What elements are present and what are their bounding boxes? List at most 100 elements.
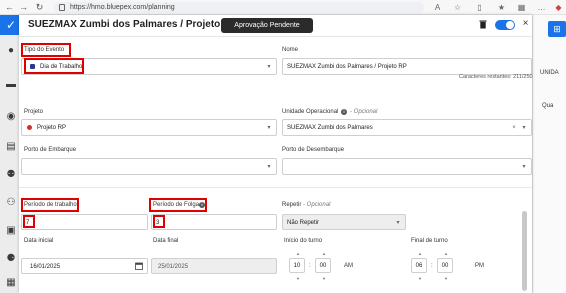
name-input[interactable]: SUEZMAX Zumbi dos Palmares / Projeto RP xyxy=(282,58,532,75)
minute-down-icon[interactable]: ▼ xyxy=(443,277,449,281)
embark-port-select[interactable]: ▾ xyxy=(21,158,277,175)
active-toggle[interactable] xyxy=(495,20,515,30)
hour-up-icon[interactable]: ▲ xyxy=(417,252,423,256)
end-date-label: Data final xyxy=(153,238,179,244)
project-value: Projeto RP xyxy=(37,125,67,131)
address-bar[interactable]: https://hmo.bluepex.com/planning xyxy=(54,2,424,13)
info-icon[interactable]: i xyxy=(341,109,347,115)
name-value: SUEZMAX Zumbi dos Palmares / Projeto RP xyxy=(287,64,407,70)
favorites-bar-icon[interactable]: ★ xyxy=(496,2,507,13)
work-period-label-highlight xyxy=(21,198,79,212)
group-icon[interactable]: ⚈ xyxy=(5,253,17,265)
user-icon[interactable]: ● xyxy=(5,45,17,57)
event-type-value-highlight xyxy=(24,58,84,74)
disembark-port-select[interactable]: ▾ xyxy=(282,158,532,175)
forward-icon[interactable]: → xyxy=(18,2,29,13)
shift-end-ampm[interactable]: PM xyxy=(475,262,484,270)
shift-start-ampm[interactable]: AM xyxy=(344,262,353,270)
modal-title: SUEZMAX Zumbi dos Palmares / Projeto RP xyxy=(28,19,237,30)
event-type-label-highlight xyxy=(21,43,71,57)
shift-start-hour[interactable]: 10 xyxy=(289,258,305,273)
url-text: https://hmo.bluepex.com/planning xyxy=(70,4,175,11)
hour-down-icon[interactable]: ▼ xyxy=(417,277,423,281)
chevron-down-icon: ▾ xyxy=(267,64,271,70)
briefcase-icon[interactable]: ▬ xyxy=(5,79,17,91)
status-badge: Aprovação Pendente xyxy=(221,18,313,33)
embark-port-label: Porto de Embarque xyxy=(24,147,77,153)
clear-icon[interactable]: × xyxy=(511,124,517,132)
end-date-value: 25/01/2025 xyxy=(158,264,189,270)
chevron-down-icon: ▾ xyxy=(522,164,526,170)
start-date-label: Data inicial xyxy=(24,238,54,244)
copilot-icon[interactable]: ◆ xyxy=(553,2,564,13)
location-pin-icon xyxy=(27,125,32,130)
chevron-down-icon: ▾ xyxy=(267,164,271,170)
operational-unit-value: SUEZMAX Zumbi dos Palmares xyxy=(287,125,373,131)
shift-start-minute[interactable]: 00 xyxy=(315,258,331,273)
browser-toolbar: ← → ↻ https://hmo.bluepex.com/planning A… xyxy=(0,0,566,15)
start-date-value: 16/01/2025 xyxy=(30,264,61,270)
repeat-select[interactable]: Não Repetir ▾ xyxy=(282,214,406,230)
minute-up-icon[interactable]: ▲ xyxy=(321,252,327,256)
rest-period-label-highlight xyxy=(149,198,207,212)
hour-up-icon[interactable]: ▲ xyxy=(295,252,301,256)
shift-start-minute-value: 00 xyxy=(319,263,327,269)
rest-period-value-highlight xyxy=(153,215,165,228)
name-label: Nome xyxy=(282,47,299,53)
collections-icon[interactable]: ▦ xyxy=(516,2,527,13)
shift-end-minute[interactable]: 00 xyxy=(437,258,453,273)
shift-end-minute-value: 00 xyxy=(441,263,449,269)
minute-up-icon[interactable]: ▲ xyxy=(443,252,449,256)
chevron-down-icon: ▾ xyxy=(267,125,271,131)
operational-unit-label-text: Unidade Operacional xyxy=(282,109,339,115)
shift-end-label: Final de turno xyxy=(411,238,448,244)
repeat-value: Não Repetir xyxy=(287,220,320,226)
name-char-count: Caracteres restantes: 211/250 xyxy=(459,74,533,80)
shift-end-hour-value: 06 xyxy=(415,263,423,269)
repeat-optional: - Opcional xyxy=(303,202,331,208)
operational-unit-optional: - Opcional xyxy=(350,109,378,115)
shift-start-hour-value: 10 xyxy=(293,263,301,269)
modal-header: SUEZMAX Zumbi dos Palmares / Projeto RP … xyxy=(19,15,532,37)
people-icon[interactable]: ⚇ xyxy=(5,197,17,209)
team-icon[interactable]: ⚉ xyxy=(5,169,17,181)
reload-icon[interactable]: ↻ xyxy=(34,2,45,13)
favorite-icon[interactable]: ☆ xyxy=(452,2,463,13)
grid-icon[interactable]: ▦ xyxy=(5,277,17,289)
repeat-label-text: Repetir xyxy=(282,202,302,208)
shift-start-label: Início do turno xyxy=(284,238,323,244)
work-period-value-highlight xyxy=(23,215,35,228)
rest-period-input[interactable]: 3 xyxy=(151,214,277,230)
background-action-button[interactable]: ⊞ xyxy=(548,21,566,37)
lock-icon xyxy=(59,4,65,11)
back-icon[interactable]: ← xyxy=(4,2,15,13)
calendar-icon[interactable]: ▤ xyxy=(5,141,17,153)
event-modal: SUEZMAX Zumbi dos Palmares / Projeto RP … xyxy=(19,15,533,293)
repeat-label: Repetir - Opcional xyxy=(282,201,330,209)
operational-unit-select[interactable]: SUEZMAX Zumbi dos Palmares × ▾ xyxy=(282,119,532,136)
work-period-input[interactable]: 7 xyxy=(21,214,148,230)
shift-end-hour[interactable]: 06 xyxy=(411,258,427,273)
time-separator: : xyxy=(309,263,311,269)
hour-down-icon[interactable]: ▼ xyxy=(295,277,301,281)
background-row-text: Qua xyxy=(542,103,554,109)
end-date-input: 25/01/2025 xyxy=(151,258,277,274)
more-icon[interactable]: … xyxy=(536,2,547,13)
project-select[interactable]: Projeto RP ▾ xyxy=(21,119,277,136)
globe-icon[interactable]: ◉ xyxy=(5,111,17,123)
chevron-down-icon: ▾ xyxy=(522,125,526,131)
project-label: Projeto xyxy=(24,109,44,115)
start-date-input[interactable]: 16/01/2025 xyxy=(21,258,148,274)
time-separator: : xyxy=(431,263,433,269)
operational-unit-label: Unidade Operacional xyxy=(282,108,338,116)
close-icon[interactable]: × xyxy=(521,18,530,30)
scrollbar[interactable] xyxy=(522,211,527,291)
toggle-knob xyxy=(506,21,514,29)
reader-icon[interactable]: A xyxy=(432,2,443,13)
device-icon[interactable]: ▣ xyxy=(5,225,17,237)
minute-down-icon[interactable]: ▼ xyxy=(321,277,327,281)
trash-icon[interactable] xyxy=(479,20,487,29)
split-icon[interactable]: ▯ xyxy=(474,2,485,13)
background-panel xyxy=(532,15,566,293)
calendar-icon[interactable] xyxy=(135,262,143,270)
